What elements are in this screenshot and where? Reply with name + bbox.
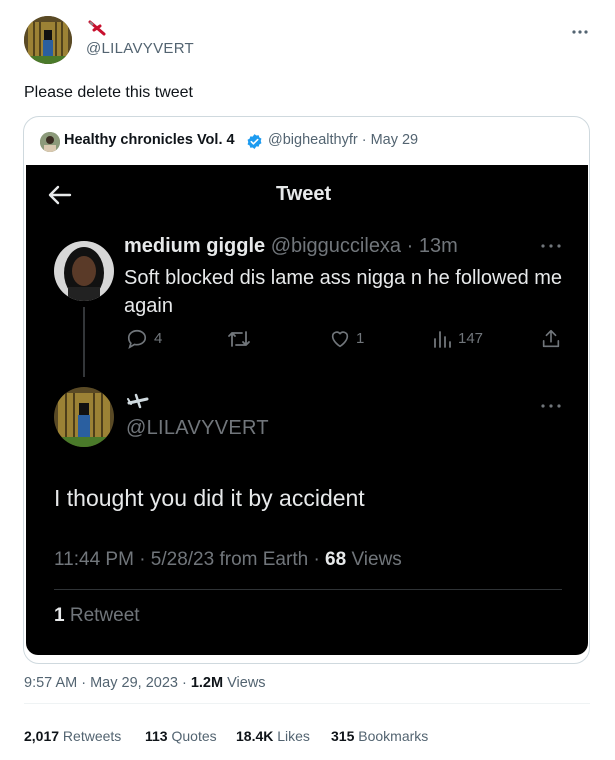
share-icon [540,328,562,350]
more-options-icon[interactable] [570,22,590,42]
quotes-stat[interactable]: 113 Quotes [145,728,217,744]
tweet-views-count: 1.2M [190,675,224,691]
quotes-count: 113 [145,728,168,744]
reply-count: 4 [154,330,163,347]
reply-avatar [54,241,114,301]
tweet-views-label: Views [223,675,266,691]
reply-more-icon [540,241,562,251]
tweet-text: Please delete this tweet [24,84,193,101]
retweets-stat[interactable]: 2,017 Retweets [24,728,121,744]
timestamp-text[interactable]: 9:57 AM · May 29, 2023 · [24,675,191,691]
bookmarks-label: Bookmarks [354,728,429,744]
like-count: 1 [356,330,365,347]
author-handle[interactable]: @LILAVYVERT [86,40,194,57]
main-retweets: 1 Retweet [54,605,140,627]
main-more-icon [540,401,562,411]
like-icon [329,328,351,350]
main-avatar [54,387,114,447]
main-meta: 11:44 PM · 5/28/23 from Earth · 68 Views [54,549,402,571]
author-avatar[interactable] [24,16,72,64]
quoted-screenshot: Tweet medium giggle @bigguccilexa · 13m … [26,165,588,655]
quote-author-avatar [40,132,60,152]
divider-stats [24,703,590,704]
back-arrow-icon [48,185,72,205]
main-retweets-label: Retweet [64,605,140,626]
tweet-timestamp: 9:57 AM · May 29, 2023 · 1.2M Views [24,675,266,691]
reply-text: Soft blocked dis lame ass nigga n he fol… [124,267,563,317]
quote-author-handle: @bighealthyfr [268,132,358,148]
verified-badge-icon [246,133,263,150]
likes-count: 18.4K [236,728,274,744]
retweet-icon [227,328,251,350]
reply-author-handle: @bigguccilexa [270,235,402,257]
reply-header: medium giggle @bigguccilexa · 13m [124,235,458,258]
quote-author-name: Healthy chronicles Vol. 4 [64,132,235,148]
reply-icon [126,328,148,350]
reply-author-name: medium giggle [124,235,266,257]
bookmarks-stat[interactable]: 315 Bookmarks [331,728,428,744]
screenshot-header-title: Tweet [276,183,332,205]
likes-stat[interactable]: 18.4K Likes [236,728,310,744]
main-views-count: 68 [325,549,347,570]
main-retweets-count: 1 [54,605,65,626]
views-count: 147 [458,330,484,347]
bookmarks-count: 315 [331,728,355,744]
quotes-label: Quotes [167,728,217,744]
reply-time: · 13m [406,235,458,257]
retweets-count: 2,017 [24,728,60,744]
plane-emoji-icon-small [126,391,150,411]
thread-line [83,307,85,377]
main-handle: @LILAVYVERT [126,417,269,439]
views-chart-icon [432,329,452,349]
quote-date: · May 29 [357,132,419,148]
main-views-label: Views [346,549,402,570]
main-meta-time: 11:44 PM · 5/28/23 from Earth · [54,549,326,570]
retweets-label: Retweets [59,728,122,744]
plane-emoji-icon [88,20,106,36]
likes-label: Likes [273,728,310,744]
divider [54,589,562,590]
quote-handle-date: @bighealthyfr · May 29 [268,132,418,148]
quoted-tweet-card[interactable]: Healthy chronicles Vol. 4 @bighealthyfr … [23,116,590,664]
main-text: I thought you did it by accident [54,485,365,511]
